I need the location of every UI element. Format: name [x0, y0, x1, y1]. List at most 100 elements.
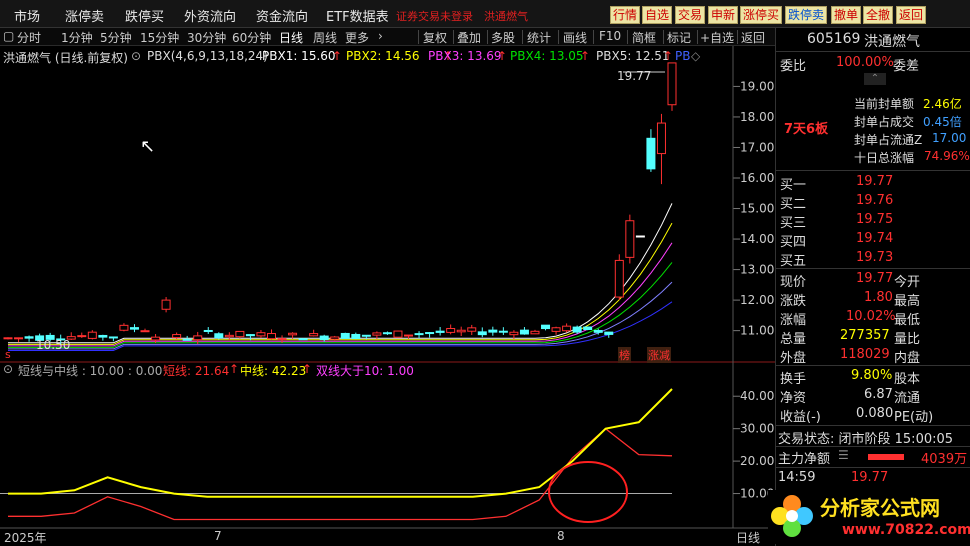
mouse-cursor-icon: ↖ [140, 136, 156, 157]
quote2-value-2: 0.080 [856, 406, 894, 421]
btn-cancel-all[interactable]: 全撤 [863, 6, 894, 24]
candle-body [614, 259, 624, 298]
candle-body [193, 335, 203, 341]
stat-label-0: 当前封单额 [854, 97, 915, 111]
btn-back[interactable]: 返回 [896, 6, 927, 24]
candle-body [277, 338, 287, 341]
quote-right-0: 今开 [894, 275, 921, 290]
stat-value-3: 74.96% [924, 149, 970, 163]
candle-body [372, 332, 382, 336]
mid-line-value: 中线: 42.23 [240, 364, 307, 378]
quote2-label-0: 换手 [780, 372, 807, 387]
candle-body [541, 324, 551, 330]
bid-price-1: 19.77 [856, 174, 894, 189]
quote-right-3: 量比 [894, 332, 921, 347]
stat-value-0: 2.46亿 [923, 97, 962, 111]
stock-name: 洪通燃气 [864, 34, 920, 50]
candle-body [361, 334, 371, 337]
candle-body [509, 331, 519, 336]
candle-body [667, 62, 677, 106]
price-tick-label: 17.00 [740, 140, 774, 154]
quote2-value-1: 6.87 [864, 387, 893, 402]
wb-value: 100.00% [836, 55, 894, 70]
price-tick-label: 11.00 [740, 324, 774, 338]
candle-body [203, 329, 213, 332]
candle-body [382, 332, 392, 335]
stat-label-1: 封单占成交 [854, 115, 915, 129]
candle-body [530, 330, 540, 335]
candle-body [656, 122, 666, 155]
candle-body [77, 335, 87, 338]
candle-body [182, 338, 192, 341]
price-tick-label: 12.00 [740, 293, 774, 307]
stat-label-3: 十日总涨幅 [854, 151, 915, 165]
wb-label: 委比 [780, 59, 807, 74]
tick-time: 14:59 [778, 470, 816, 485]
candle-body [604, 331, 614, 335]
candle-body [404, 334, 414, 337]
candle-body [3, 337, 13, 340]
candle-body [172, 334, 182, 339]
price-tick-label: 16.00 [740, 171, 774, 185]
candle-body [414, 333, 424, 336]
btn-cancel-order[interactable]: 撤单 [831, 6, 862, 24]
tick-price: 19.77 [851, 470, 889, 485]
quote2-label-2: 收益(-) [780, 410, 821, 425]
quote2-right-1: 流通 [894, 391, 921, 406]
main-fund-label: 主力净额 [778, 452, 831, 467]
candle-body [351, 333, 361, 340]
quote-label-2: 涨幅 [780, 313, 807, 328]
indicator-title: 短线与中线 : 10.00 : 0.00 [18, 364, 163, 378]
candle-body [330, 336, 340, 340]
quote-right-1: 最高 [894, 294, 921, 309]
candle-body [583, 326, 593, 330]
candle-body [119, 324, 129, 331]
bid-label-4: 买四 [780, 235, 807, 250]
x-axis-daily-tab[interactable]: 日线 [736, 529, 760, 546]
bid-label-3: 买三 [780, 216, 807, 231]
double-line-value: 双线大于10: 1.00 [316, 364, 414, 378]
high-price-label: 19.77 [617, 69, 652, 83]
quote-label-0: 现价 [780, 275, 807, 290]
candle-body [319, 335, 329, 340]
candle-body [562, 325, 572, 332]
candle-body [446, 328, 456, 333]
candle-body [477, 331, 487, 336]
bid-label-5: 买五 [780, 254, 807, 269]
candle-body [87, 331, 97, 339]
price-tick-label: 19.00 [740, 79, 774, 93]
quote-value-4: 118029 [840, 347, 890, 362]
quote2-right-0: 股本 [894, 372, 921, 387]
candle-body [14, 337, 24, 340]
x-axis: 2025年 7 8 日线 [0, 529, 775, 546]
flower-logo-icon [771, 495, 813, 537]
kline-chart[interactable]: 19.00 18.00 17.00 16.00 15.00 14.00 13.00 12.00… [0, 0, 775, 546]
bid-label-1: 买一 [780, 178, 807, 193]
btn-limit-down-sell[interactable]: 跌停卖 [785, 6, 828, 24]
logo-url: www.70822.com [842, 522, 970, 538]
candle-body [256, 332, 266, 337]
quote2-right-2: PE(动) [894, 410, 934, 425]
quote-label-1: 涨跌 [780, 294, 807, 309]
list-icon[interactable]: ☰ [838, 448, 849, 462]
candle-body [214, 333, 224, 339]
candle-body [488, 329, 498, 333]
quote-value-3: 277357 [840, 328, 890, 343]
price-tick-label: 13.00 [740, 263, 774, 277]
quote-label-3: 总量 [780, 332, 807, 347]
collapse-up-icon[interactable]: ⌃ [864, 73, 886, 85]
quote-value-0: 19.77 [856, 271, 894, 286]
settings-circle-icon[interactable]: ⊙ [3, 362, 13, 376]
candle-body [435, 330, 445, 333]
indicator-tick-label: 30.00 [740, 422, 774, 436]
quote2-value-0: 9.80% [851, 368, 893, 383]
limit-tag[interactable]: 涨减 [647, 347, 671, 363]
bid-price-4: 19.74 [856, 231, 894, 246]
price-tick-label: 14.00 [740, 232, 774, 246]
site-logo: 分析家公式网 www.70822.com [768, 490, 970, 544]
rank-tag[interactable]: 榜 [618, 347, 631, 363]
quote-right-2: 最低 [894, 313, 921, 328]
main-fund-value: 4039万 [921, 452, 968, 467]
low-price-label: 10.50 [36, 338, 71, 352]
x-label-year: 2025年 [4, 531, 47, 545]
